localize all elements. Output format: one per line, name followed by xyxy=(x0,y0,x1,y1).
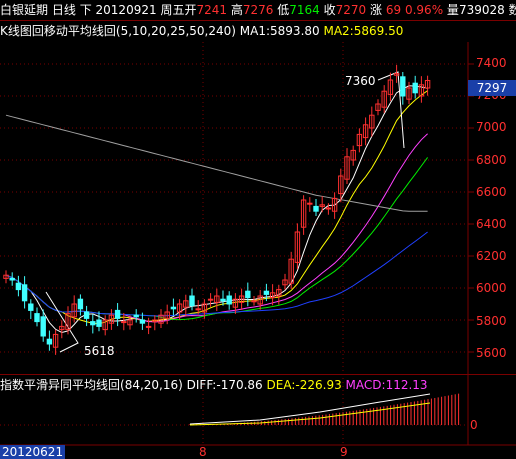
candle-up xyxy=(145,325,152,328)
candle-up xyxy=(121,321,127,324)
candle-down xyxy=(226,295,232,305)
high-marker-line xyxy=(377,71,405,149)
price-tick: 6800 xyxy=(476,153,507,167)
candle-down xyxy=(46,338,53,345)
candle-up xyxy=(251,300,257,303)
candle-up xyxy=(325,207,332,210)
candle-down xyxy=(114,309,121,319)
ma240-line xyxy=(5,114,428,212)
candle-down xyxy=(263,290,270,295)
candle-down xyxy=(34,313,40,323)
price-tick: 5800 xyxy=(476,314,507,328)
high-marker-label: 7360 xyxy=(345,74,376,88)
candle-down xyxy=(189,295,195,307)
candle-down xyxy=(83,311,90,319)
current-price-tag: 7297 xyxy=(468,80,516,96)
candle-down xyxy=(40,316,46,337)
dea-label: DEA: xyxy=(266,378,296,392)
month-label-aug: 8 xyxy=(199,445,207,459)
price-tick: 6200 xyxy=(476,249,507,263)
candle-down xyxy=(245,290,251,299)
candle-down xyxy=(9,277,15,281)
candle-down xyxy=(220,298,226,302)
candle-down xyxy=(28,303,34,311)
price-tick: 6000 xyxy=(476,281,507,295)
candle-down xyxy=(15,282,22,291)
macd-value: 112.13 xyxy=(385,378,428,392)
price-tick: 6400 xyxy=(476,217,507,231)
candle-down xyxy=(170,306,177,310)
month-label-sep: 9 xyxy=(340,445,348,459)
candle-down xyxy=(77,298,84,310)
macd-label: MACD: xyxy=(345,378,386,392)
candle-down xyxy=(400,76,406,97)
dea-value: -226.93 xyxy=(295,378,342,392)
candle-down xyxy=(139,319,146,324)
candle-down xyxy=(21,284,28,302)
macd-zero-tick: 0 xyxy=(470,418,478,432)
candle-up xyxy=(307,202,313,205)
candle-down xyxy=(90,321,96,326)
candle-down xyxy=(133,314,139,318)
low-marker-label: 5618 xyxy=(84,344,115,358)
macd-indicator-bar: 指数平滑异同平均线回(84,20,16) DIFF:-170.86 DEA:-2… xyxy=(0,375,516,395)
price-tick: 7400 xyxy=(476,56,507,70)
candle-up xyxy=(207,298,214,301)
candle-up xyxy=(195,308,201,311)
candle-down xyxy=(412,82,418,94)
selected-date-box: 20120621 xyxy=(0,445,66,459)
price-tick: 5600 xyxy=(476,346,507,360)
candle-down xyxy=(96,319,102,327)
diff-label: DIFF: xyxy=(186,378,217,392)
diff-value: -170.86 xyxy=(216,378,263,392)
macd-params[interactable]: 回(84,20,16) xyxy=(108,378,183,392)
price-tick: 7000 xyxy=(476,120,507,134)
candle-down xyxy=(313,205,319,212)
price-tick: 6600 xyxy=(476,185,507,199)
macd-title[interactable]: 指数平滑异同平均线 xyxy=(0,378,108,392)
